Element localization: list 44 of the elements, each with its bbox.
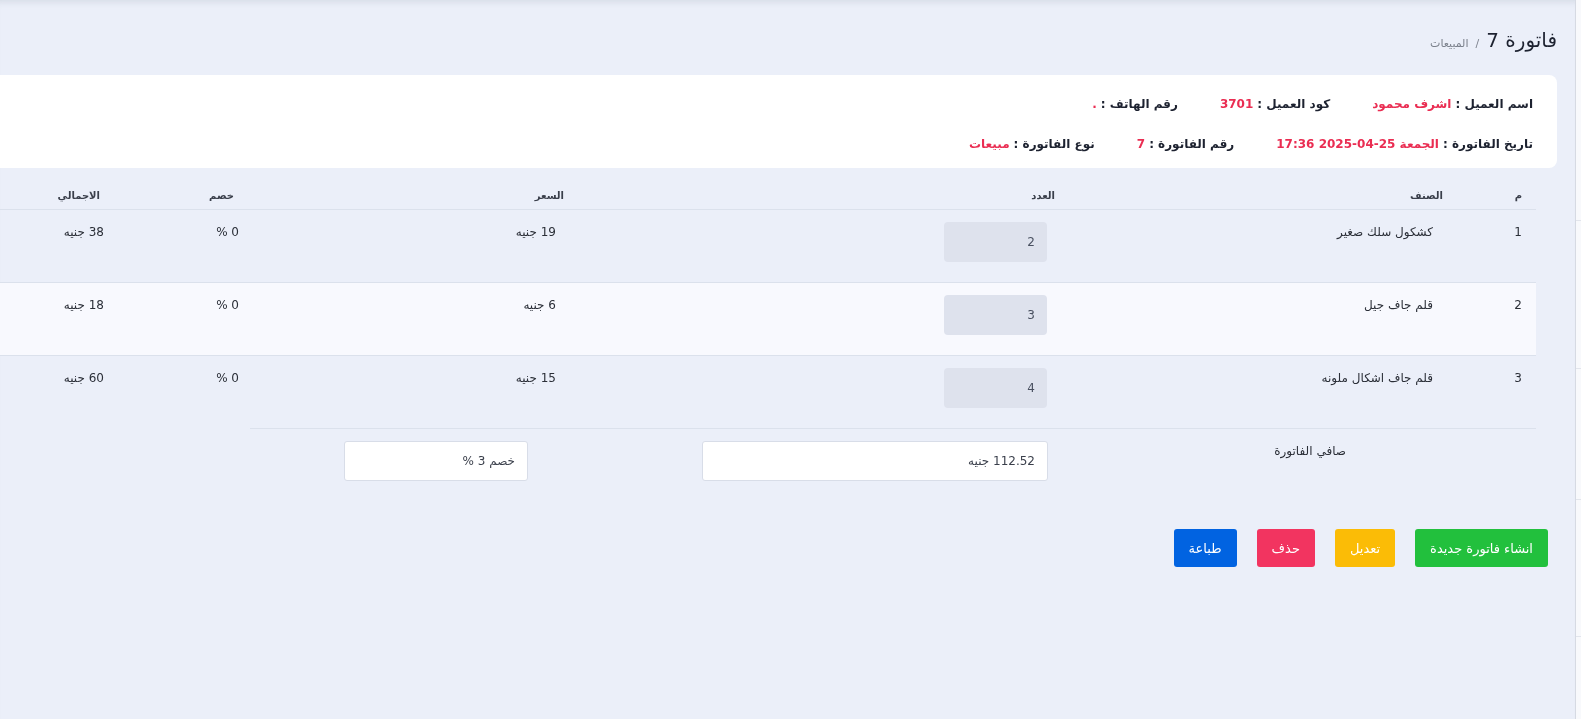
net-total-field[interactable]: 112.52 جنيه — [702, 441, 1048, 481]
column-header: م — [1514, 189, 1523, 201]
net-total-label: صافي الفاتورة — [1274, 444, 1346, 458]
table-cell-text: 38 جنيه — [63, 224, 104, 241]
quantity-input[interactable]: 2 — [944, 222, 1047, 262]
table-cell-text: 2 — [1514, 297, 1522, 314]
column-header: خصم — [209, 189, 235, 201]
info-value: 7 — [1136, 137, 1146, 151]
table-cell-text: 0 % — [216, 224, 239, 241]
table-cell-text: 0 % — [216, 297, 239, 314]
table-cell-text: 15 جنيه — [515, 370, 556, 387]
breadcrumb-separator: / — [1475, 37, 1480, 50]
table-cell-text: 60 جنيه — [63, 370, 104, 387]
column-header: السعر — [534, 189, 565, 201]
info-value: اشرف محمود — [1372, 97, 1452, 111]
page-title: فاتورة 7 — [1486, 27, 1557, 54]
column-header: الصنف — [1409, 189, 1444, 201]
table-cell-text: قلم جاف جيل — [1364, 297, 1433, 314]
info-value: مبيعات — [969, 137, 1010, 151]
table-cell-text: كشكول سلك صغير — [1337, 224, 1433, 241]
table-cell-text: 19 جنيه — [515, 224, 556, 241]
quantity-input[interactable]: 3 — [944, 295, 1047, 335]
info-label: اسم العميل : — [1455, 97, 1533, 111]
info-label: كود العميل : — [1257, 97, 1331, 111]
quantity-input[interactable]: 4 — [944, 368, 1047, 408]
info-value: . — [1092, 97, 1097, 111]
danger-action-button[interactable]: حذف — [1256, 529, 1315, 567]
info-value: الجمعة 25-04-2025 17:36 — [1276, 137, 1439, 151]
info-label: نوع الفاتورة : — [1013, 137, 1095, 151]
table-cell-text: 1 — [1514, 224, 1522, 241]
table-cell-text: 3 — [1514, 370, 1522, 387]
breadcrumb-link[interactable]: المبيعات — [1430, 37, 1469, 50]
column-header: العدد — [1031, 189, 1056, 201]
table-cell-text: 18 جنيه — [63, 297, 104, 314]
table-cell-text: 0 % — [216, 370, 239, 387]
primary-action-button[interactable]: طباعة — [1173, 529, 1237, 567]
info-label: رقم الفاتورة : — [1149, 137, 1235, 151]
table-cell-text: قلم جاف اشكال ملونه — [1321, 370, 1433, 387]
column-header: الاجمالي — [57, 189, 101, 201]
table-cell-text: 6 جنيه — [523, 297, 556, 314]
info-label: تاريخ الفاتورة : — [1443, 137, 1533, 151]
info-value: 3701 — [1219, 97, 1254, 111]
info-label: رقم الهاتف : — [1100, 97, 1178, 111]
discount-field[interactable]: خصم 3 % — [344, 441, 528, 481]
